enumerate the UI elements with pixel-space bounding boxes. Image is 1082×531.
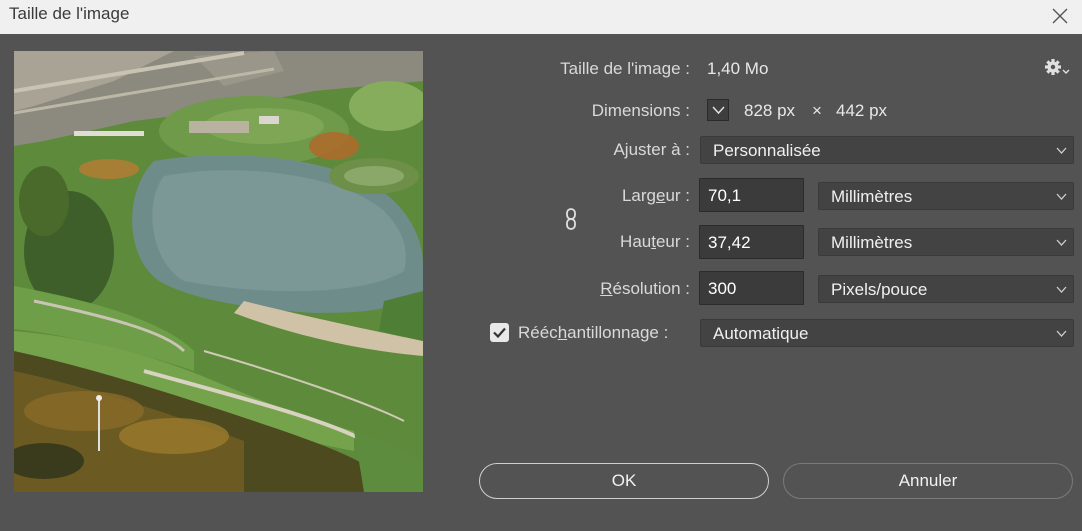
resolution-unit-value: Pixels/pouce (831, 280, 928, 299)
height-label: Hauteur : (620, 232, 690, 251)
dimensions-times: × (812, 101, 822, 120)
constrain-proportions-button[interactable] (563, 207, 579, 231)
resample-checkbox[interactable] (490, 323, 509, 342)
dimensions-height: 442 px (836, 101, 888, 120)
chevron-down-icon (1056, 239, 1067, 246)
image-size-label: Taille de l'image : (560, 59, 690, 78)
width-value: 70,1 (708, 186, 742, 205)
title-bar: Taille de l'image (0, 0, 1082, 34)
fit-to-value: Personnalisée (713, 141, 821, 160)
height-value: 37,42 (708, 233, 751, 252)
dimensions-label: Dimensions : (591, 101, 690, 120)
chevron-down-icon (1056, 330, 1067, 337)
resolution-unit-select[interactable]: Pixels/pouce (818, 275, 1074, 303)
close-icon (1052, 8, 1068, 24)
aerial-park-image (14, 51, 423, 492)
fit-to-label: Ajuster à : (613, 140, 690, 159)
height-input[interactable]: 37,42 (699, 225, 804, 259)
width-unit-value: Millimètres (831, 187, 913, 206)
link-chain-icon (566, 208, 576, 230)
settings-button[interactable] (1044, 58, 1072, 78)
close-button[interactable] (1044, 1, 1076, 31)
resolution-value: 300 (708, 279, 737, 298)
fit-to-select[interactable]: Personnalisée (700, 136, 1074, 164)
resolution-input[interactable]: 300 (699, 271, 804, 305)
resample-label: Rééchantillonnage : (518, 323, 669, 342)
height-unit-select[interactable]: Millimètres (818, 228, 1074, 256)
checkmark-icon (493, 327, 506, 338)
image-preview[interactable] (14, 51, 423, 492)
ok-button[interactable]: OK (479, 463, 769, 499)
resample-method-select[interactable]: Automatique (700, 319, 1074, 347)
chevron-down-icon (712, 106, 725, 115)
window-title: Taille de l'image (9, 4, 130, 23)
gear-icon (1045, 59, 1070, 75)
width-input[interactable]: 70,1 (699, 178, 804, 212)
chevron-down-icon (1056, 286, 1067, 293)
dimensions-width: 828 px (744, 101, 796, 120)
dimensions-unit-toggle[interactable] (707, 99, 729, 121)
chevron-down-icon (1056, 193, 1067, 200)
width-unit-select[interactable]: Millimètres (818, 182, 1074, 210)
chevron-down-icon (1056, 147, 1067, 154)
image-size-value: 1,40 Mo (707, 59, 769, 78)
height-unit-value: Millimètres (831, 233, 913, 252)
width-label: Largeur : (621, 186, 690, 205)
cancel-button[interactable]: Annuler (783, 463, 1073, 499)
resolution-label: Résolution : (600, 279, 690, 298)
resample-method-value: Automatique (713, 324, 809, 343)
